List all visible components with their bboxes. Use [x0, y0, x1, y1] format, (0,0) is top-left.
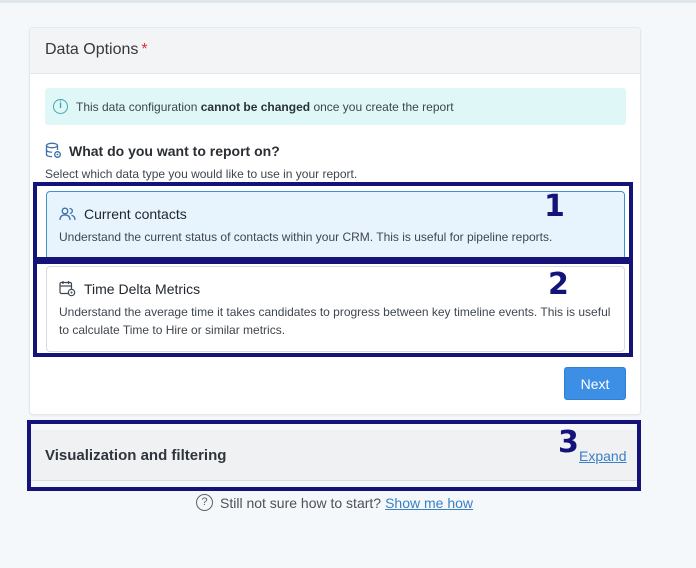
annotation-box-1: [33, 182, 633, 261]
question-subtitle: Select which data type you would like to…: [45, 167, 358, 181]
next-button[interactable]: Next: [564, 367, 626, 400]
show-me-how-link[interactable]: Show me how: [385, 495, 473, 511]
card-title: Data Options: [45, 41, 139, 58]
question-text: What do you want to report on?: [69, 142, 280, 159]
annotation-number-2: 2: [548, 267, 569, 302]
database-icon: [45, 142, 61, 158]
help-row: ? Still not sure how to start? Show me h…: [196, 494, 473, 511]
question-circle-icon: ?: [196, 494, 213, 511]
question-heading: What do you want to report on?: [45, 142, 280, 159]
info-banner: i This data configuration cannot be chan…: [45, 88, 626, 125]
help-text: Still not sure how to start?: [220, 494, 382, 511]
annotation-box-3: [27, 420, 641, 491]
card-header: Data Options *: [30, 28, 640, 74]
top-divider: [0, 0, 696, 3]
info-icon: i: [53, 99, 68, 114]
annotation-box-2: [33, 260, 633, 357]
info-text: This data configuration cannot be change…: [76, 99, 454, 114]
annotation-number-1: 1: [544, 189, 565, 224]
required-marker: *: [141, 41, 148, 58]
annotation-number-3: 3: [558, 425, 579, 460]
